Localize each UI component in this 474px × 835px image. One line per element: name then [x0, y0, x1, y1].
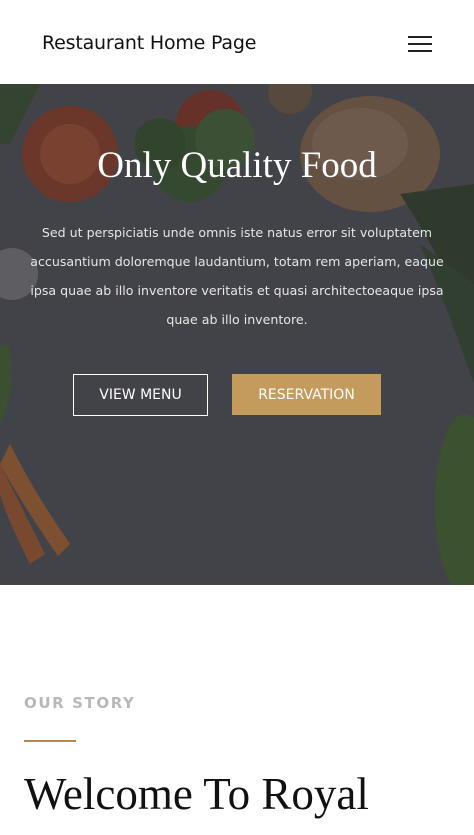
site-title[interactable]: Restaurant Home Page [42, 32, 256, 54]
hero-section: Only Quality Food Sed ut perspiciatis un… [0, 84, 474, 585]
hero-title: Only Quality Food [97, 145, 377, 186]
hero-description: Sed ut perspiciatis unde omnis iste natu… [30, 225, 444, 327]
accent-divider [24, 740, 76, 742]
section-heading: Welcome To Royal [24, 769, 369, 819]
menu-line [408, 36, 432, 38]
reservation-button[interactable]: RESERVATION [232, 374, 381, 415]
menu-line [408, 50, 432, 52]
menu-line [408, 43, 432, 45]
section-label: OUR STORY [24, 694, 136, 712]
view-menu-button[interactable]: VIEW MENU [73, 374, 208, 416]
hamburger-menu-icon[interactable] [406, 33, 434, 55]
site-header: Restaurant Home Page [0, 0, 474, 84]
